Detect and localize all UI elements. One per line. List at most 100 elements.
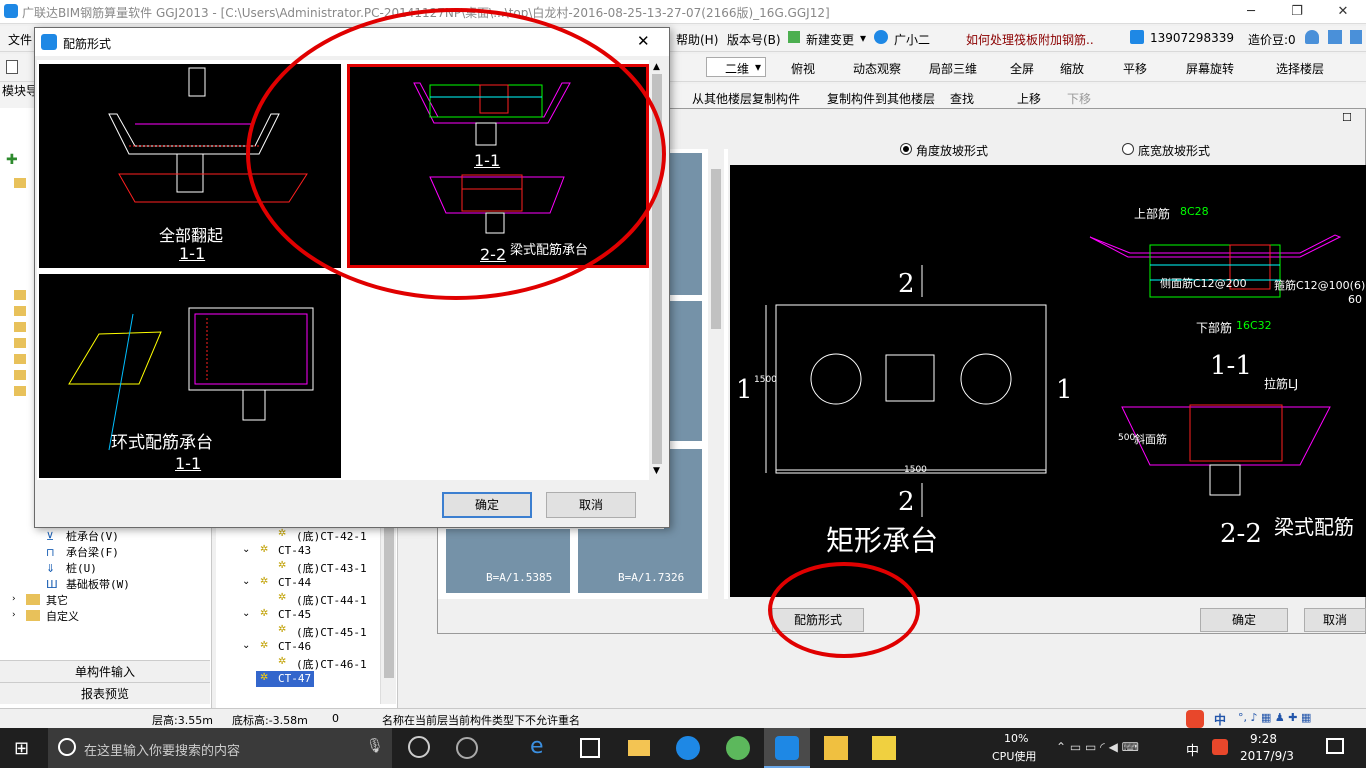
cap-thumb[interactable]: B=A/1.5385 <box>446 529 570 593</box>
tree-item-other[interactable]: 其它 <box>46 592 68 608</box>
sogou-icon[interactable] <box>1186 710 1204 728</box>
report-preview-tab[interactable]: 报表预览 <box>0 682 210 704</box>
single-input-tab[interactable]: 单构件输入 <box>0 660 210 682</box>
copy-from-floor-button[interactable]: 从其他楼层复制构件 <box>692 90 800 107</box>
tree-item-custom[interactable]: 自定义 <box>46 608 79 624</box>
task-view-icon[interactable] <box>408 736 430 758</box>
bell-icon[interactable] <box>1305 30 1319 44</box>
tree-row[interactable]: (底)CT-45-1 <box>296 624 367 640</box>
clock-date[interactable]: 2017/9/3 <box>1240 749 1294 763</box>
tree-item-strip[interactable]: 基础板带(W) <box>66 576 130 592</box>
scroll-up-icon[interactable]: ▲ <box>653 62 660 72</box>
new-file-icon[interactable] <box>6 60 18 74</box>
edge-icon[interactable]: e <box>530 734 544 759</box>
scroll-down-icon[interactable]: ▼ <box>653 466 660 476</box>
dialog-ok-button[interactable]: 确定 <box>442 492 532 518</box>
move-up-button[interactable]: 上移 <box>1017 90 1041 107</box>
close-icon[interactable]: ✕ <box>637 32 650 50</box>
tree-item-pile[interactable]: 桩(U) <box>66 560 97 576</box>
menu-version[interactable]: 版本号(B) <box>727 31 781 48</box>
select-floor-button[interactable]: 选择楼层 <box>1276 60 1324 77</box>
option-ring-style-section: 1-1 <box>175 454 202 473</box>
find-button[interactable]: 查找 <box>950 90 974 107</box>
status-bottom-height: 底标高:-3.58m <box>232 714 308 727</box>
taskbar-search-box[interactable]: 在这里输入你要搜索的内容 🎙 <box>48 728 392 768</box>
scrollbar-thumb[interactable] <box>384 518 394 678</box>
tree-row[interactable]: CT-44 <box>278 576 311 589</box>
guanglianda-icon[interactable] <box>676 736 700 760</box>
expand-icon[interactable]: › <box>12 610 16 620</box>
pan-button[interactable]: 平移 <box>1123 60 1147 77</box>
user-phone[interactable]: 13907298339 <box>1150 31 1234 45</box>
tray-ime[interactable]: 中 <box>1186 740 1199 759</box>
fullscreen-button[interactable]: 全屏 <box>1010 60 1034 77</box>
dynamic-observe-button[interactable]: 动态观察 <box>853 60 901 77</box>
radio-angle-slope[interactable] <box>900 143 912 155</box>
top-view-button[interactable]: 俯视 <box>791 60 815 77</box>
download-icon[interactable] <box>1328 30 1342 44</box>
dialog-cancel-button[interactable]: 取消 <box>546 492 636 518</box>
view-mode-select[interactable]: 二维 ▾ <box>706 57 766 77</box>
restore-icon[interactable]: ☐ <box>1342 111 1352 124</box>
tree-item-cap-beam[interactable]: 承台梁(F) <box>66 544 119 560</box>
windows-start-icon[interactable]: ⊞ <box>14 738 29 759</box>
clock-time[interactable]: 9:28 <box>1250 732 1277 746</box>
microphone-icon[interactable]: 🎙 <box>366 738 384 754</box>
local-3d-button[interactable]: 局部三维 <box>929 60 977 77</box>
browser-icon[interactable] <box>726 736 750 760</box>
expand-icon[interactable]: › <box>12 594 16 604</box>
tree-row[interactable]: (底)CT-44-1 <box>296 592 367 608</box>
notes-icon[interactable] <box>824 736 848 760</box>
menu-assistant[interactable]: 广小二 <box>894 31 930 48</box>
option-all-bent-up-section: 1-1 <box>179 244 206 263</box>
add-icon[interactable]: ✚ <box>6 152 18 168</box>
tree-item-pile-cap[interactable]: 桩承台(V) <box>66 528 119 544</box>
copy-to-floor-button[interactable]: 复制构件到其他楼层 <box>827 90 935 107</box>
menu-file[interactable]: 文件 <box>8 31 32 48</box>
folder-icon <box>14 306 26 316</box>
dropdown-arrow-icon[interactable]: ▾ <box>860 31 866 45</box>
minimize-icon[interactable]: ─ <box>1228 0 1274 24</box>
cancel-button[interactable]: 取消 <box>1304 608 1366 632</box>
tree-row[interactable]: (底)CT-42-1 <box>296 528 367 544</box>
thumb-label: B=A/1.7326 <box>618 571 685 584</box>
close-icon[interactable]: ✕ <box>1320 0 1366 24</box>
ad-link[interactable]: 如何处理筏板附加钢筋.. <box>966 31 1094 48</box>
tree-row[interactable]: CT-45 <box>278 608 311 621</box>
collapse-icon[interactable]: ⌄ <box>242 544 250 555</box>
scrollbar-thumb[interactable] <box>711 169 721 329</box>
ok-button[interactable]: 确定 <box>1200 608 1288 632</box>
menu-new-change[interactable]: 新建变更 <box>806 31 854 48</box>
tree-row[interactable]: CT-46 <box>278 640 311 653</box>
collapse-icon[interactable]: ⌄ <box>242 640 250 651</box>
explorer-icon[interactable] <box>628 740 650 756</box>
tree-row[interactable]: CT-43 <box>278 544 311 557</box>
section-mark-1-right: 1 <box>1056 375 1073 405</box>
zoom-button[interactable]: 缩放 <box>1060 60 1084 77</box>
restore-icon[interactable]: ❐ <box>1274 0 1320 24</box>
new-change-icon <box>788 31 800 43</box>
tree-row[interactable]: (底)CT-43-1 <box>296 560 367 576</box>
app-menu-icon[interactable] <box>1350 30 1362 44</box>
notification-icon[interactable] <box>1326 738 1344 754</box>
gear-icon: ✲ <box>260 672 269 683</box>
cap-beam-icon: ⊓ <box>46 546 55 559</box>
help-app-icon[interactable] <box>872 736 896 760</box>
tray-icons[interactable]: ⌃ ▭ ▭ ◜ ◀ ⌨ <box>1056 740 1139 754</box>
collapse-icon[interactable]: ⌄ <box>242 576 250 587</box>
screen-rotate-button[interactable]: 屏幕旋转 <box>1186 60 1234 77</box>
cap-thumb[interactable]: B=A/1.7326 <box>578 529 702 593</box>
app-icon[interactable] <box>456 737 478 759</box>
ime-mode[interactable]: 中 <box>1214 711 1226 728</box>
ime-toolbar-icons[interactable]: °, ♪ ▦ ♟ ✚ ▦ <box>1238 711 1311 724</box>
tree-row[interactable]: (底)CT-46-1 <box>296 656 367 672</box>
radio-width-slope[interactable] <box>1122 143 1134 155</box>
collapse-icon[interactable]: ⌄ <box>242 608 250 619</box>
list-scrollbar[interactable] <box>708 149 724 599</box>
sogou-tray-icon[interactable] <box>1212 739 1228 755</box>
option-ring-style[interactable]: 环式配筋承台 1-1 <box>39 274 341 478</box>
move-down-button[interactable]: 下移 <box>1067 90 1091 107</box>
store-icon[interactable] <box>580 738 600 758</box>
menu-help[interactable]: 帮助(H) <box>676 31 718 48</box>
active-app-tile[interactable] <box>764 728 810 768</box>
